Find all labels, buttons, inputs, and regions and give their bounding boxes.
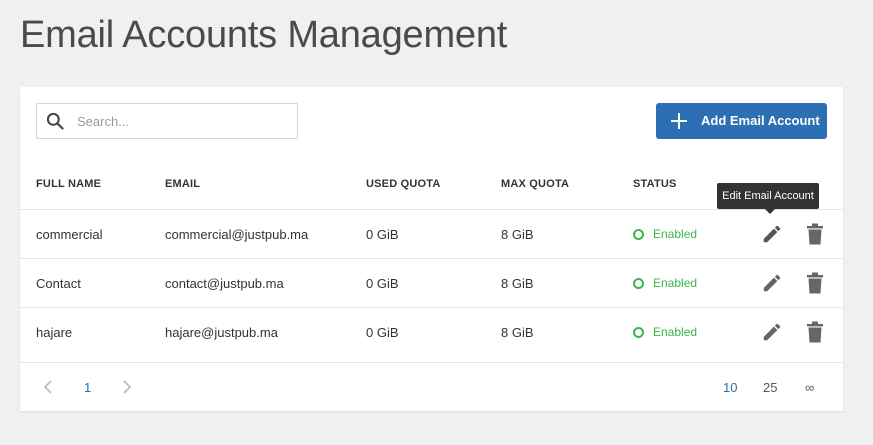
- edit-icon[interactable]: [761, 321, 783, 343]
- pagination-bar: 1 10 25 ∞: [20, 362, 843, 411]
- header-used-quota[interactable]: USED QUOTA: [366, 178, 441, 190]
- edit-icon[interactable]: [761, 223, 783, 245]
- header-max-quota[interactable]: MAX QUOTA: [501, 178, 569, 190]
- status-dot-icon: [633, 277, 644, 289]
- edit-tooltip: Edit Email Account: [717, 183, 819, 214]
- per-page-10[interactable]: 10: [723, 380, 737, 395]
- cell-full-name: hajare: [36, 325, 73, 340]
- header-status[interactable]: STATUS: [633, 178, 677, 190]
- search-input[interactable]: [77, 104, 295, 138]
- status-badge: Enabled: [633, 325, 697, 339]
- search-box[interactable]: [36, 103, 298, 139]
- per-page-all[interactable]: ∞: [805, 380, 814, 395]
- trash-icon[interactable]: [806, 321, 824, 343]
- status-text: Enabled: [653, 325, 698, 339]
- cell-email: hajare@justpub.ma: [165, 325, 278, 340]
- cell-max-quota: 8 GiB: [501, 227, 534, 242]
- cell-used-quota: 0 GiB: [366, 276, 399, 291]
- trash-icon[interactable]: [806, 223, 824, 245]
- table-row: Contact contact@justpub.ma 0 GiB 8 GiB E…: [20, 258, 843, 307]
- status-text: Enabled: [653, 227, 698, 241]
- cell-max-quota: 8 GiB: [501, 325, 534, 340]
- page-number[interactable]: 1: [84, 380, 91, 395]
- cell-used-quota: 0 GiB: [366, 325, 399, 340]
- status-text: Enabled: [653, 276, 698, 290]
- cell-max-quota: 8 GiB: [501, 276, 534, 291]
- add-email-account-label: Add Email Account: [701, 113, 820, 128]
- cell-full-name: Contact: [36, 276, 81, 291]
- add-email-account-button[interactable]: Add Email Account: [656, 103, 827, 139]
- header-email[interactable]: EMAIL: [165, 178, 200, 190]
- cell-full-name: commercial: [36, 227, 103, 242]
- table-row: commercial commercial@justpub.ma 0 GiB 8…: [20, 209, 843, 258]
- cell-email: contact@justpub.ma: [165, 276, 284, 291]
- cell-email: commercial@justpub.ma: [165, 227, 309, 242]
- trash-icon[interactable]: [806, 272, 824, 294]
- chevron-right-icon[interactable]: [121, 380, 133, 394]
- status-badge: Enabled: [633, 276, 697, 290]
- header-full-name[interactable]: FULL NAME: [36, 178, 101, 190]
- search-icon: [46, 112, 64, 130]
- edit-icon[interactable]: [761, 272, 783, 294]
- page-title: Email Accounts Management: [20, 14, 508, 56]
- table-row: hajare hajare@justpub.ma 0 GiB 8 GiB Ena…: [20, 307, 843, 362]
- cell-used-quota: 0 GiB: [366, 227, 399, 242]
- status-badge: Enabled: [633, 227, 697, 241]
- accounts-card: Add Email Account FULL NAME EMAIL USED Q…: [20, 87, 843, 411]
- per-page-25[interactable]: 25: [763, 380, 777, 395]
- status-dot-icon: [633, 326, 644, 338]
- status-dot-icon: [633, 228, 644, 240]
- chevron-left-icon[interactable]: [42, 380, 54, 394]
- plus-icon: [671, 113, 687, 129]
